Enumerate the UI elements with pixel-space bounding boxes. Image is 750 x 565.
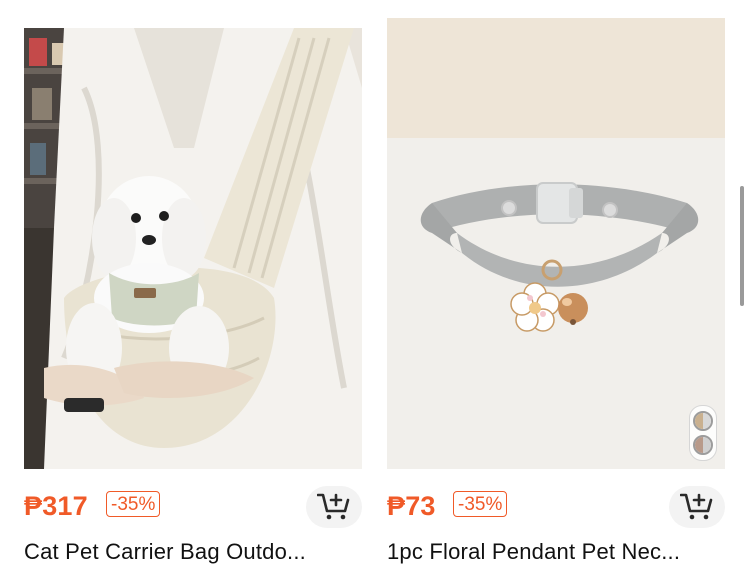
product-image[interactable] — [24, 28, 362, 469]
add-to-cart-icon — [317, 493, 350, 520]
discount-badge: -35% — [453, 491, 508, 517]
product-price: ₱317 — [24, 491, 88, 521]
price-row: ₱317 -35% — [24, 486, 362, 528]
product-grid: ₱317 -35% Cat Pet Carrier Bag Outdo... ₱… — [0, 0, 750, 565]
add-to-cart-icon — [680, 493, 713, 520]
color-swatch[interactable] — [693, 410, 713, 431]
product-price: ₱73 — [387, 491, 436, 521]
product-title[interactable]: Cat Pet Carrier Bag Outdo... — [24, 538, 362, 565]
color-variant-badge[interactable] — [689, 405, 717, 461]
discount-badge: -35% — [106, 491, 161, 517]
add-to-cart-button[interactable] — [306, 486, 362, 528]
scrollbar[interactable] — [740, 186, 744, 306]
pet-collar-photo — [387, 18, 725, 469]
product-image[interactable] — [387, 18, 725, 469]
color-swatch[interactable] — [693, 435, 713, 456]
add-to-cart-button[interactable] — [669, 486, 725, 528]
product-title[interactable]: 1pc Floral Pendant Pet Nec... — [387, 538, 725, 565]
price-row: ₱73 -35% — [387, 486, 725, 528]
dog-carrier-photo — [24, 28, 362, 469]
